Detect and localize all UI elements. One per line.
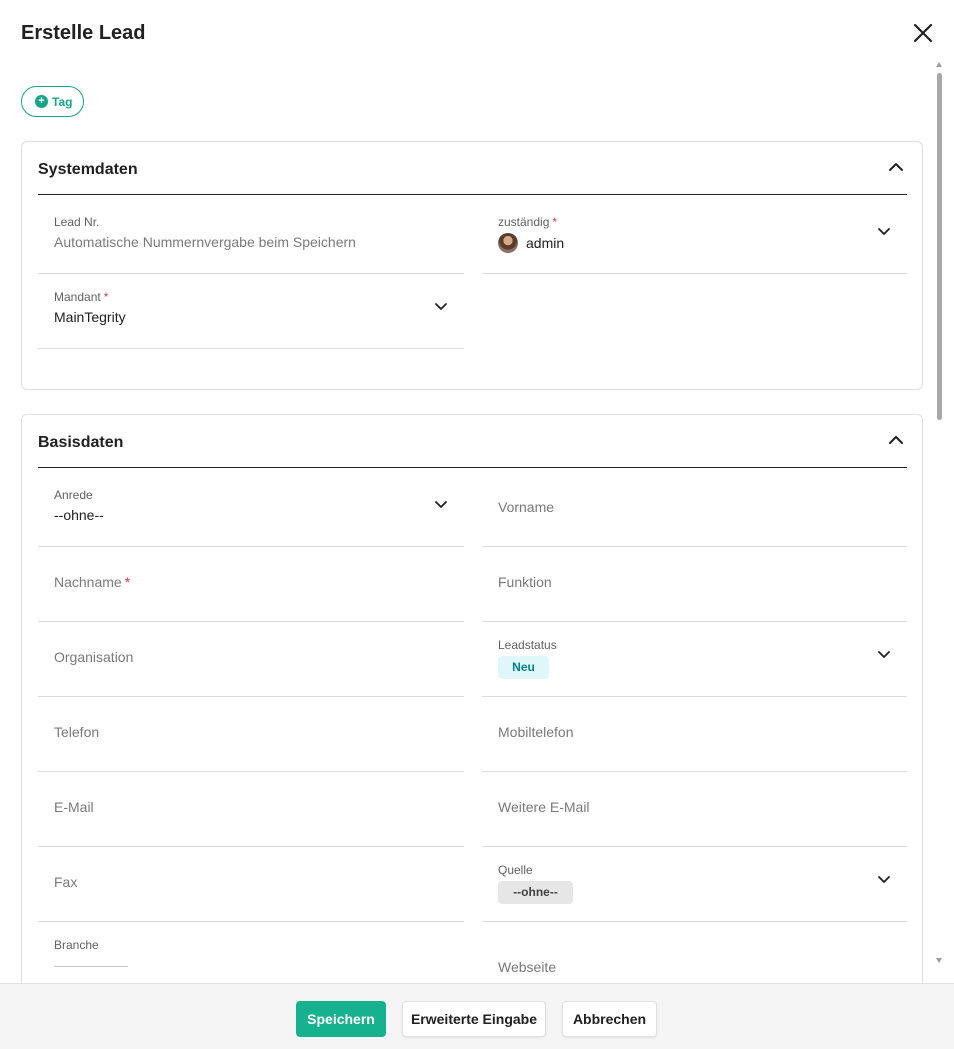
cancel-button[interactable]: Abbrechen [562,1001,657,1037]
close-icon[interactable] [909,19,937,47]
organisation-input[interactable]: Organisation [38,622,464,697]
basisdaten-title: Basisdaten [38,434,124,451]
branche-underline [54,966,128,967]
scroll-thumb[interactable] [937,73,942,420]
mobiltelefon-input[interactable]: Mobiltelefon [482,697,907,772]
dialog-header: Erstelle Lead [0,0,954,66]
funktion-placeholder: Funktion [498,574,552,590]
chevron-up-icon[interactable] [887,160,905,174]
chevron-down-icon[interactable] [877,227,891,237]
dialog-title: Erstelle Lead [21,22,146,44]
vorname-input[interactable]: Vorname [482,472,907,547]
extended-entry-button[interactable]: Erweiterte Eingabe [402,1001,546,1037]
systemdaten-header[interactable]: Systemdaten [38,142,907,195]
chevron-down-icon[interactable] [877,650,891,660]
zustaendig-label: zuständig * [498,215,558,229]
scrollbar[interactable] [934,58,946,968]
nachname-input[interactable]: Nachname * [38,547,464,622]
quelle-chip: --ohne-- [498,881,573,904]
scroll-up-icon[interactable] [936,62,942,67]
anrede-label: Anrede [54,488,93,502]
lead-nr-field: Lead Nr. Automatische Nummernvergabe bei… [38,199,464,274]
add-tag-label: Tag [52,94,73,109]
chevron-down-icon[interactable] [434,302,448,312]
anrede-select[interactable]: Anrede --ohne-- [38,472,464,547]
telefon-input[interactable]: Telefon [38,697,464,772]
mandant-value: MainTegrity [54,309,126,325]
weitere-email-input[interactable]: Weitere E-Mail [482,772,907,847]
lead-nr-value: Automatische Nummernvergabe beim Speiche… [54,234,356,250]
branche-label: Branche [54,938,99,952]
email-input[interactable]: E-Mail [38,772,464,847]
systemdaten-title: Systemdaten [38,161,138,178]
funktion-input[interactable]: Funktion [482,547,907,622]
zustaendig-value: admin [526,235,565,251]
zustaendig-select[interactable]: zuständig * admin [482,199,907,274]
basisdaten-header[interactable]: Basisdaten [38,415,907,468]
anrede-value: --ohne-- [54,507,104,523]
vorname-placeholder: Vorname [498,499,555,515]
lead-nr-label: Lead Nr. [54,215,100,229]
fax-input[interactable]: Fax [38,847,464,922]
basisdaten-section: Basisdaten Anrede --ohne-- Vorname Nachn… [21,414,923,1014]
systemdaten-section: Systemdaten Lead Nr. Automatische Nummer… [21,141,923,390]
mandant-select[interactable]: Mandant * MainTegrity [38,274,464,349]
mandant-label: Mandant * [54,290,109,304]
chevron-down-icon[interactable] [434,500,448,510]
organisation-placeholder: Organisation [54,649,134,665]
email-placeholder: E-Mail [54,799,94,815]
quelle-select[interactable]: Quelle --ohne-- [482,847,907,922]
add-tag-button[interactable]: + Tag [21,86,84,117]
dialog-footer: Speichern Erweiterte Eingabe Abbrechen [0,983,954,1049]
avatar [498,233,518,253]
save-button[interactable]: Speichern [296,1001,386,1037]
telefon-placeholder: Telefon [54,724,100,740]
plus-circle-icon: + [35,95,48,108]
leadstatus-label: Leadstatus [498,638,557,652]
fax-placeholder: Fax [54,874,78,890]
chevron-up-icon[interactable] [887,433,905,447]
quelle-label: Quelle [498,863,533,877]
status-badge: Neu [498,656,549,679]
mobiltelefon-placeholder: Mobiltelefon [498,724,574,740]
nachname-placeholder: Nachname * [54,574,131,590]
leadstatus-select[interactable]: Leadstatus Neu [482,622,907,697]
scroll-down-icon[interactable] [936,958,942,963]
chevron-down-icon[interactable] [877,875,891,885]
webseite-placeholder: Webseite [498,959,557,975]
weitere-email-placeholder: Weitere E-Mail [498,799,590,815]
